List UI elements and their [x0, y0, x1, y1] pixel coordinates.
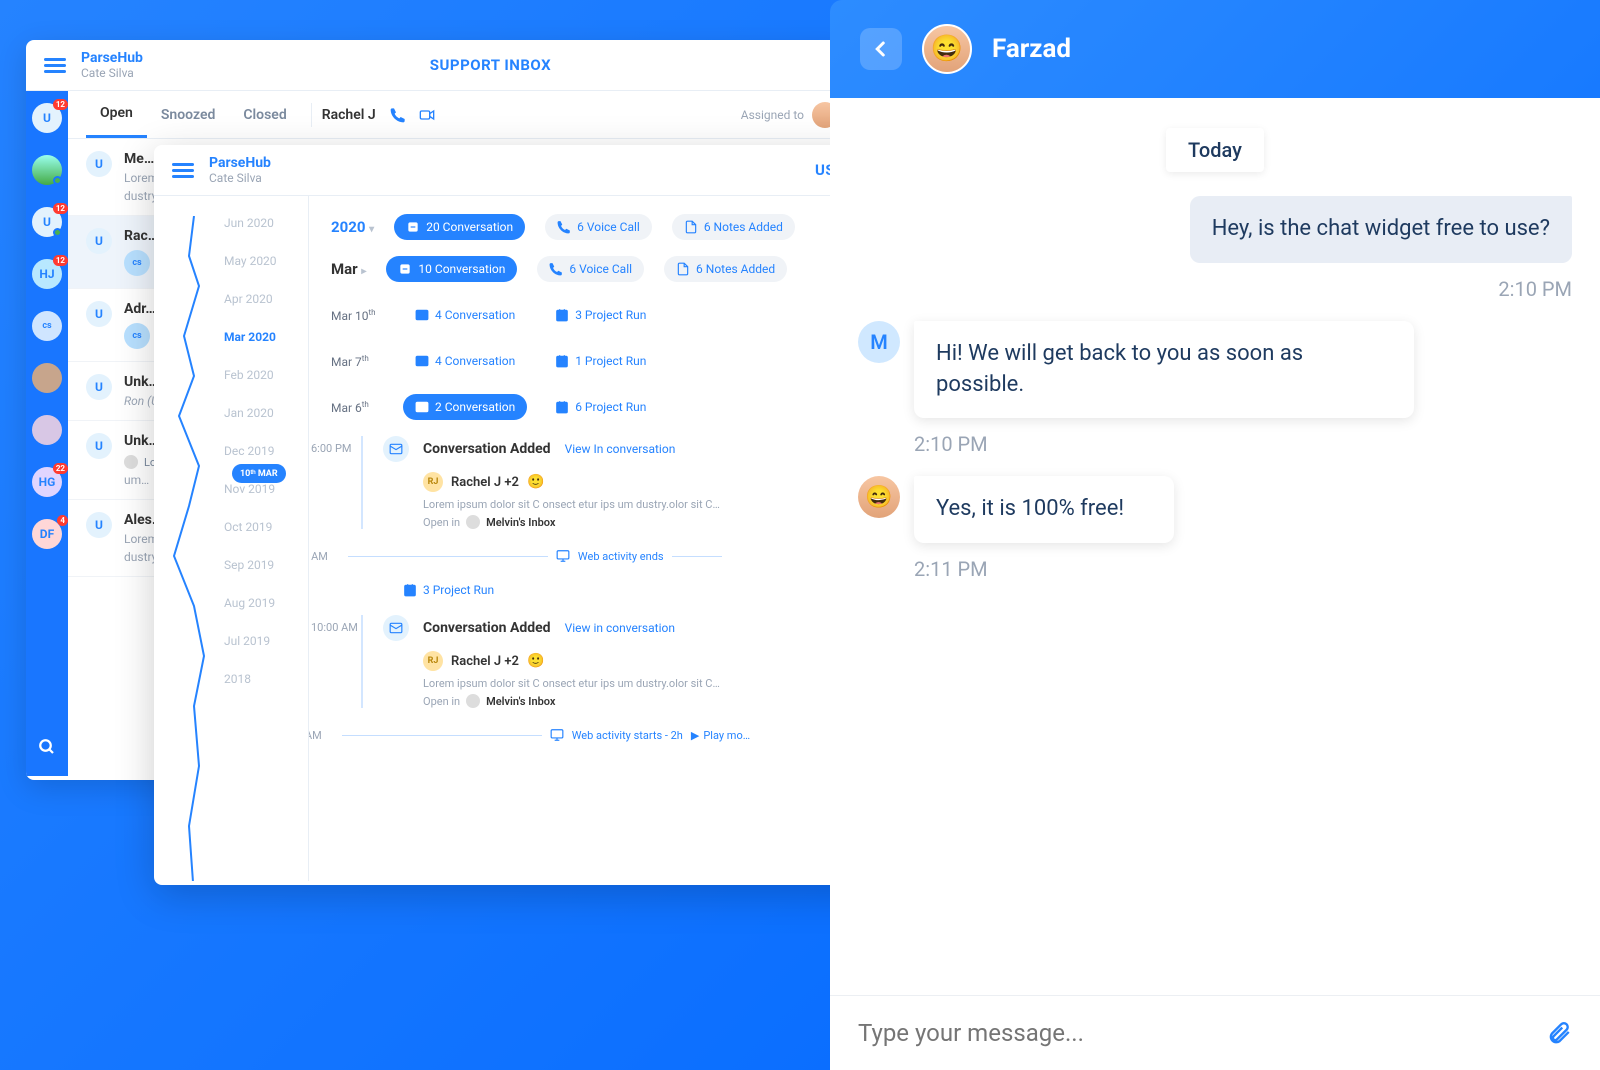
conversation-chip[interactable]: 2 Conversation [403, 394, 527, 420]
chat-name: Farzad [992, 34, 1071, 64]
conversation-chip[interactable]: 4 Conversation [403, 348, 527, 374]
emoji-icon: 🙂 [527, 474, 544, 490]
message-input[interactable] [858, 1019, 1546, 1047]
message-avatar: 😄 [858, 476, 900, 518]
tab-bar: Open Snoozed Closed Rachel J Assigned to [68, 91, 856, 139]
emoji-icon: 🙂 [527, 653, 544, 669]
inbox-owner[interactable]: Melvin's Inbox [486, 516, 555, 529]
message-bubble: Yes, it is 100% free! [914, 476, 1174, 543]
year-selector[interactable]: 2020 ▾ [331, 218, 374, 236]
project-chip[interactable]: 1 Project Run [543, 348, 658, 374]
view-link[interactable]: View In conversation [565, 442, 676, 456]
user-name: Rachel J +2 [451, 475, 519, 490]
mail-icon [383, 615, 409, 641]
panel1-heading: SUPPORT INBOX [143, 56, 838, 74]
sidebar-avatar[interactable]: cs [32, 311, 62, 341]
assigned-to: Assigned to [741, 102, 838, 128]
inbox-owner[interactable]: Melvin's Inbox [486, 695, 555, 708]
conversation-pill[interactable]: 10 Conversation [386, 256, 517, 282]
menu-icon[interactable] [172, 163, 194, 178]
conversation-pill[interactable]: 20 Conversation [394, 214, 525, 240]
sidebar: U12 U12 HJ12 cs HG22 DF4 [26, 91, 68, 776]
panel1-header: ParseHub Cate Silva SUPPORT INBOX [26, 40, 856, 91]
sidebar-avatar[interactable]: HG22 [32, 467, 62, 497]
conversation-chip[interactable]: 4 Conversation [403, 302, 527, 328]
day-label: Mar 10th [331, 308, 387, 323]
chat-body: Today Hey, is the chat widget free to us… [830, 98, 1600, 995]
brand: ParseHub [209, 155, 271, 171]
video-icon[interactable] [418, 107, 436, 123]
event-time: 6:00 PM [311, 442, 351, 455]
message-row: 😄 Yes, it is 100% free! [858, 476, 1572, 543]
voice-pill[interactable]: 6 Voice Call [537, 256, 644, 282]
sidebar-avatar[interactable]: U12 [32, 207, 62, 237]
mail-icon [383, 436, 409, 462]
chat-panel: 😄 Farzad Today Hey, is the chat widget f… [830, 0, 1600, 1070]
project-chip[interactable]: 6 Project Run [543, 394, 658, 420]
event-time: 10:00 AM [311, 621, 358, 634]
month-selector[interactable]: Mar ▸ [331, 260, 366, 278]
view-link[interactable]: View in conversation [565, 621, 675, 635]
monitor-icon [556, 549, 570, 563]
tab-open[interactable]: Open [86, 91, 147, 138]
event-title: Conversation Added [423, 620, 551, 636]
sparkline [164, 216, 224, 881]
user-avatar: RJ [423, 651, 443, 671]
message-time: 2:10 PM [858, 277, 1572, 301]
chat-input-bar [830, 995, 1600, 1070]
timeline-nav: Jun 2020May 2020Apr 2020Mar 2020Feb 2020… [154, 196, 309, 881]
message-time: 2:10 PM [914, 432, 1572, 456]
voice-pill[interactable]: 6 Voice Call [545, 214, 652, 240]
message-avatar: M [858, 321, 900, 363]
brand: ParseHub [81, 50, 143, 66]
tab-user[interactable]: Rachel J [322, 107, 376, 123]
day-separator: Today [1166, 128, 1264, 172]
notes-pill[interactable]: 6 Notes Added [672, 214, 795, 240]
sidebar-avatar[interactable] [32, 155, 62, 185]
message-row: Hey, is the chat widget free to use? [858, 196, 1572, 263]
message-bubble: Hey, is the chat widget free to use? [1190, 196, 1572, 263]
search-icon[interactable] [38, 738, 56, 756]
chat-avatar[interactable]: 😄 [922, 24, 972, 74]
monitor-icon [550, 728, 564, 742]
current-user: Cate Silva [81, 66, 143, 80]
tab-closed[interactable]: Closed [229, 91, 300, 138]
sidebar-avatar[interactable] [32, 415, 62, 445]
current-user: Cate Silva [209, 171, 271, 185]
phone-icon[interactable] [390, 107, 406, 123]
assigned-label: Assigned to [741, 108, 804, 122]
message-bubble: Hi! We will get back to you as soon as p… [914, 321, 1414, 419]
play-more-link[interactable]: ▶ Play mo… [691, 729, 750, 742]
attachment-icon[interactable] [1546, 1018, 1572, 1048]
event-title: Conversation Added [423, 441, 551, 457]
user-name: Rachel J +2 [451, 654, 519, 669]
day-label: Mar 7th [331, 354, 387, 369]
user-avatar: RJ [423, 472, 443, 492]
timeline-marker: 10ᵗʰ MAR [232, 464, 286, 483]
sidebar-avatar[interactable]: DF4 [32, 519, 62, 549]
sidebar-avatar[interactable]: HJ12 [32, 259, 62, 289]
message-time: 2:11 PM [914, 557, 1572, 581]
tab-snoozed[interactable]: Snoozed [147, 91, 230, 138]
back-button[interactable] [860, 28, 902, 70]
day-label: Mar 6th [331, 400, 387, 415]
chat-header: 😄 Farzad [830, 0, 1600, 98]
sidebar-avatar[interactable]: U12 [32, 103, 62, 133]
message-row: M Hi! We will get back to you as soon as… [858, 321, 1572, 419]
brand-block: ParseHub Cate Silva [81, 50, 143, 80]
menu-icon[interactable] [44, 58, 66, 73]
sidebar-avatar[interactable] [32, 363, 62, 393]
notes-pill[interactable]: 6 Notes Added [664, 256, 787, 282]
project-chip[interactable]: 3 Project Run [543, 302, 658, 328]
